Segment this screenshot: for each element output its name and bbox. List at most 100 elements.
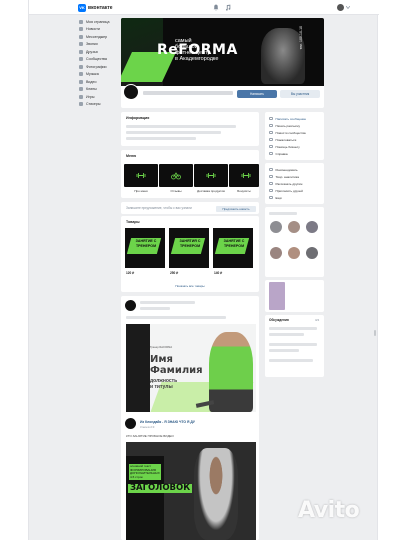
scrollbar[interactable] <box>374 330 376 336</box>
members-widget[interactable] <box>265 207 324 277</box>
phone-icon <box>79 42 83 47</box>
discussion-line <box>269 333 304 336</box>
community-avatar[interactable] <box>123 84 139 100</box>
post-author-avatar[interactable] <box>125 300 136 311</box>
briefcase-icon <box>269 144 273 149</box>
menu-tile-label: Отзывы <box>170 189 182 193</box>
sidebar-item-label: Видео <box>86 79 97 84</box>
post-author-placeholder <box>140 301 195 304</box>
action-help[interactable]: Справка <box>265 150 324 157</box>
goods-price: 140 ₽ <box>214 271 223 275</box>
member-avatar[interactable] <box>270 221 282 233</box>
suggest-post-input[interactable]: Запишите предложение, чтобы с вас узнали <box>126 206 192 210</box>
user-avatar[interactable] <box>337 4 344 11</box>
action-more[interactable]: Ещё <box>265 194 324 201</box>
promo-last-name: Фамилия <box>150 365 203 376</box>
trainer-promo-image[interactable]: Тренер ReFORMA Имя Фамилия должность и т… <box>126 324 256 412</box>
member-avatar[interactable] <box>306 221 318 233</box>
goods-price: 250 ₽ <box>170 271 179 275</box>
goods-item-title: ЗАНЯТИЯ С ТРЕНЕРОМ <box>179 239 201 248</box>
menu-tile-label: Бонуситы <box>237 189 251 193</box>
menu-tile[interactable] <box>229 164 259 187</box>
wall-post: Из Клондайк - Я ЗНАЮ ЧТО Я ДУ 3 мин в 2:… <box>121 414 259 540</box>
show-all-goods-link[interactable]: Показать все товары <box>121 284 259 288</box>
friends-icon <box>79 49 83 54</box>
action-label: Написать сообщение <box>275 116 307 121</box>
message-icon <box>79 34 83 39</box>
promo-name: Имя Фамилия <box>150 354 203 376</box>
brand-name[interactable]: вконтакте <box>88 5 113 11</box>
info-line <box>126 137 196 140</box>
promo-position: должность и титулы <box>150 378 177 390</box>
dumbbell-icon <box>136 173 146 178</box>
goods-item[interactable]: ЗАНЯТИЕ С ТРЕНЕРОМ <box>125 228 165 268</box>
community-cover: ReFORMA самый большой фитнес-центр в Ака… <box>121 18 324 86</box>
discussion-line <box>269 343 317 346</box>
post-image[interactable]: основной текст ФОРМИРОВАНИЯ ДОПОЛНИТЕЛЬН… <box>126 442 256 540</box>
news-icon <box>79 27 83 32</box>
write-message-button[interactable]: Написать <box>237 90 277 98</box>
menu-tile[interactable] <box>124 164 158 187</box>
promo-first-name: Имя <box>150 354 173 365</box>
action-community-news[interactable]: Новости сообщества <box>265 129 324 136</box>
sticker-icon <box>79 102 83 107</box>
membership-button[interactable]: Вы участник <box>280 90 320 98</box>
goods-item[interactable]: ЗАНЯТИЯ С ТРЕНЕРОМ <box>169 228 209 268</box>
action-write-message[interactable]: Написать сообщение <box>265 115 324 122</box>
member-avatar[interactable] <box>288 221 300 233</box>
post-text-placeholder <box>126 316 226 319</box>
discussions-title[interactable]: Обсуждения <box>269 318 289 322</box>
sidebar-item-label: Игры <box>86 94 95 99</box>
photo-widget[interactable] <box>265 280 324 312</box>
action-business-help[interactable]: Помощь бизнесу <box>265 143 324 150</box>
actions-card: Написать сообщение Начать рассылку Новос… <box>265 112 324 160</box>
post-image-small-text: основной текст ФОРМИРОВАНИЯ ДОПОЛНИТЕЛЬН… <box>130 464 160 479</box>
member-avatar[interactable] <box>306 247 318 259</box>
action-recommend[interactable]: Рекомендовать <box>265 166 324 173</box>
sidebar-item-label: Звонки <box>86 42 98 47</box>
action-label: Рекомендовать <box>275 167 298 172</box>
bell-icon[interactable] <box>213 4 219 11</box>
post-author-avatar[interactable] <box>125 418 136 429</box>
sidebar-item-label: Клипы <box>86 87 97 92</box>
post-image-heading: ЗАГОЛОВОК <box>128 483 193 493</box>
dumbbell-icon <box>241 173 251 178</box>
discussion-line <box>269 359 313 362</box>
action-analytics[interactable]: Твор. аналитика <box>265 173 324 180</box>
like-icon <box>269 167 273 172</box>
info-title: Информация <box>126 116 150 120</box>
post-author-name[interactable]: Из Клондайк - Я ЗНАЮ ЧТО Я ДУ <box>140 420 195 424</box>
menu-tile[interactable] <box>194 164 228 187</box>
action-invite[interactable]: Пригласить друзей <box>265 187 324 194</box>
sidebar-item-label: Стикеры <box>86 102 101 107</box>
discussion-line <box>269 327 317 330</box>
goods-item-title: ЗАНЯТИЕ С ТРЕНЕРОМ <box>223 239 245 248</box>
vk-logo-icon[interactable]: VK <box>78 4 86 12</box>
mail-icon <box>269 123 273 128</box>
suggest-news-button[interactable]: Предложить новость <box>216 206 256 212</box>
post-date[interactable]: 3 мин в 2:0 <box>140 425 154 429</box>
actions-card-secondary: Рекомендовать Твор. аналитика Рассказать… <box>265 163 324 204</box>
music-icon[interactable] <box>225 4 231 11</box>
sidebar-item-label: Музыка <box>86 72 99 77</box>
goods-card: Товары ЗАНЯТИЕ С ТРЕНЕРОМ 120 ₽ ЗАНЯТИЯ … <box>121 216 259 292</box>
sidebar-item-label: Друзья <box>86 49 98 54</box>
member-avatar[interactable] <box>288 247 300 259</box>
action-start-mailing[interactable]: Начать рассылку <box>265 122 324 129</box>
video-icon <box>79 79 83 84</box>
sidebar-item-label: Фотографии <box>86 64 107 69</box>
info-line <box>126 125 236 128</box>
promo-dark-panel <box>126 324 150 412</box>
menu-tile[interactable] <box>159 164 193 187</box>
discussions-widget[interactable]: Обсуждения 3/4 <box>265 315 324 377</box>
chevron-down-icon[interactable] <box>346 6 350 9</box>
goods-item[interactable]: ЗАНЯТИЕ С ТРЕНЕРОМ <box>213 228 253 268</box>
news-icon <box>269 130 273 135</box>
photo-thumbnail[interactable] <box>269 282 285 310</box>
action-share[interactable]: Рассказать другим <box>265 180 324 187</box>
action-label: Новости сообщества <box>275 130 306 135</box>
member-avatar[interactable] <box>270 247 282 259</box>
action-report[interactable]: Пожаловаться <box>265 136 324 143</box>
goods-price: 120 ₽ <box>126 271 135 275</box>
cover-line: в Академгородке <box>175 56 219 62</box>
